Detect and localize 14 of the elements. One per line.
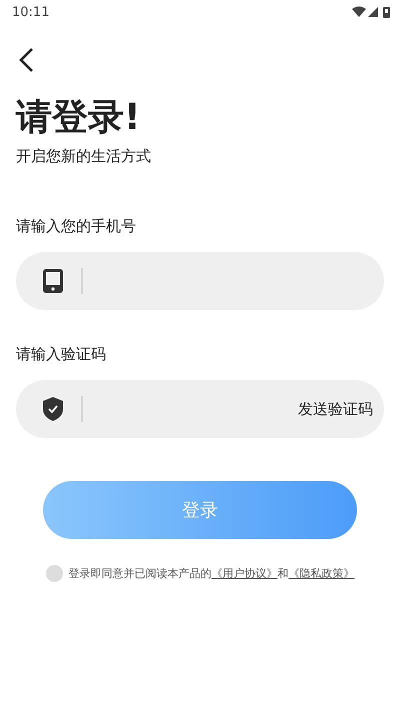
input-field[interactable]: 发送验证码 bbox=[16, 380, 384, 438]
field-label: 请输入验证码 bbox=[16, 344, 107, 364]
subtitle: 开启您新的生活方式 bbox=[16, 146, 152, 166]
status-time: 10:11 bbox=[12, 4, 50, 20]
user-agreement-link[interactable]: 《用户协议》 bbox=[212, 567, 278, 580]
field-label: 请输入您的手机号 bbox=[16, 216, 137, 236]
status-icons bbox=[352, 6, 392, 18]
page-title: 请登录! bbox=[16, 96, 142, 140]
agreement-checkbox[interactable] bbox=[46, 565, 62, 582]
agreement-text: 登录即同意并已阅读本产品的《用户协议》和《隐私政策》 bbox=[68, 566, 354, 581]
privacy-policy-link[interactable]: 《隐私政策》 bbox=[288, 567, 354, 580]
send-code-button[interactable]: 发送验证码 bbox=[298, 400, 373, 418]
shield-icon bbox=[43, 397, 63, 421]
phone-icon bbox=[43, 269, 63, 293]
